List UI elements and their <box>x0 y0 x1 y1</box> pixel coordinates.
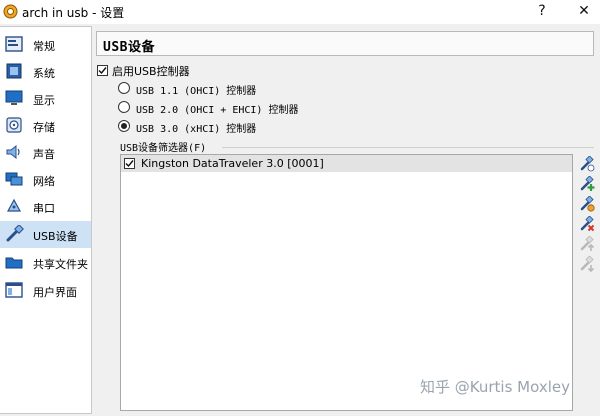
window-title: arch in usb - 设置 <box>22 6 125 20</box>
add-empty-filter-icon[interactable] <box>579 156 595 172</box>
sidebar-item-label: 串口 <box>33 202 55 215</box>
sidebar-item-label: 存储 <box>33 121 55 134</box>
system-icon <box>6 63 22 79</box>
sidebar-item-serial-port[interactable]: 串口 <box>0 193 91 220</box>
close-button[interactable]: ✕ <box>570 0 598 24</box>
enable-usb-checkbox[interactable] <box>97 65 108 76</box>
sidebar-item-network[interactable]: 网络 <box>0 166 91 193</box>
sidebar-item-audio[interactable]: 声音 <box>0 139 91 166</box>
sidebar-item-label: 声音 <box>33 148 55 161</box>
filter-enabled-checkbox[interactable] <box>124 158 135 169</box>
checkmark-icon <box>125 160 134 168</box>
radio-selected-dot <box>121 123 127 129</box>
network-icon <box>5 172 23 186</box>
sidebar-item-storage[interactable]: 存储 <box>0 112 91 139</box>
usb20-label: USB 2.0 (OHCI + EHCI) 控制器 <box>136 105 299 116</box>
sidebar-item-user-interface[interactable]: 用户界面 <box>0 277 91 304</box>
help-button[interactable]: ? <box>528 0 556 24</box>
general-icon <box>5 36 23 52</box>
audio-icon <box>6 144 20 160</box>
sidebar-item-label: 显示 <box>33 94 55 107</box>
usb-settings-panel: USB设备 启用USB控制器 USB 1.1 (OHCI) 控制器 USB 2.… <box>96 26 600 416</box>
usb20-radio[interactable] <box>118 101 130 113</box>
add-filter-from-device-icon[interactable] <box>579 176 595 192</box>
remove-filter-icon[interactable] <box>579 216 595 232</box>
sidebar-item-display[interactable]: 显示 <box>0 85 91 112</box>
page-title: USB设备 <box>103 40 155 55</box>
sidebar-item-label: 常规 <box>33 40 55 53</box>
storage-icon <box>6 117 22 133</box>
usb11-label: USB 1.1 (OHCI) 控制器 <box>136 86 257 97</box>
page-header: USB设备 <box>96 31 594 56</box>
serial-port-icon <box>6 198 22 212</box>
settings-sidebar: 常规 系统 显示 存储 声音 网络 串口 USB设备 共享文件夹 用户界面 <box>0 26 92 414</box>
sidebar-item-usb[interactable]: USB设备 <box>0 221 91 248</box>
display-icon <box>5 90 23 105</box>
usb30-label: USB 3.0 (xHCI) 控制器 <box>136 124 257 135</box>
enable-usb-label: 启用USB控制器 <box>112 65 190 78</box>
sidebar-item-system[interactable]: 系统 <box>0 58 91 85</box>
sidebar-item-label: USB设备 <box>33 230 78 243</box>
watermark: 知乎 @Kurtis Moxley <box>420 378 570 396</box>
list-item[interactable]: Kingston DataTraveler 3.0 [0001] <box>121 155 572 172</box>
usb-filters-label: USB设备筛选器(F) <box>120 143 207 154</box>
usb30-radio[interactable] <box>118 120 130 132</box>
filter-name: Kingston DataTraveler 3.0 [0001] <box>141 157 324 170</box>
move-filter-up-icon[interactable] <box>579 236 595 252</box>
edit-filter-icon[interactable] <box>579 196 595 212</box>
sidebar-item-label: 用户界面 <box>33 286 77 299</box>
usb-icon <box>6 225 24 242</box>
group-divider <box>222 147 594 148</box>
user-interface-icon <box>5 282 23 298</box>
sidebar-item-label: 共享文件夹 <box>33 258 88 271</box>
sidebar-item-general[interactable]: 常规 <box>0 31 91 58</box>
sidebar-item-shared-folders[interactable]: 共享文件夹 <box>0 249 91 276</box>
checkmark-icon <box>98 67 107 75</box>
sidebar-item-label: 系统 <box>33 67 55 80</box>
move-filter-down-icon[interactable] <box>579 256 595 272</box>
usb-filter-list[interactable]: Kingston DataTraveler 3.0 [0001] <box>120 154 573 411</box>
shared-folder-icon <box>5 257 23 269</box>
sidebar-item-label: 网络 <box>33 175 55 188</box>
usb11-radio[interactable] <box>118 82 130 94</box>
virtualbox-app-icon <box>3 4 18 19</box>
title-bar: arch in usb - 设置 ? ✕ <box>0 0 600 24</box>
